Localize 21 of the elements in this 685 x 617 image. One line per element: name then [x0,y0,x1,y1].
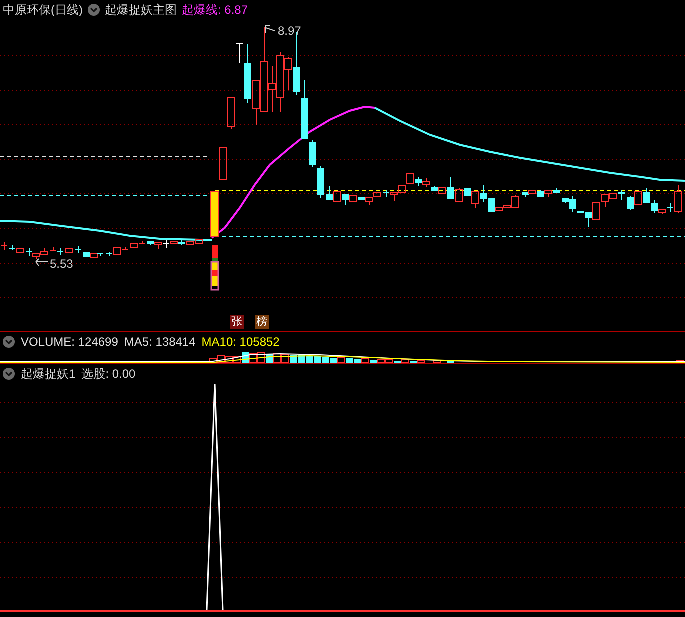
indicator-name: 起爆捉妖1 [21,366,76,382]
tag-badge: 榜 [255,315,269,329]
low-price-label: 5.53 [50,257,74,271]
tag-badge: 张 [230,315,244,329]
high-price-label: 8.97 [278,24,302,38]
candlestick [210,192,220,238]
indicator-reading: 选股: 0.00 [82,366,136,382]
chevron-down-icon[interactable] [3,336,15,348]
chart-title: 中原环保(日线) [3,2,83,18]
volume-stat: VOLUME: 124699 [21,335,118,349]
volume-stat: MA5: 138414 [124,335,196,349]
pointer-arrow-icon [36,258,48,266]
indicator-value: 起爆线: 6.87 [182,2,248,18]
chevron-down-icon[interactable] [3,368,15,380]
pointer-arrow-icon [266,26,276,34]
indicator-name: 起爆捉妖主图 [105,2,177,18]
signal-bar-drawing [210,245,220,291]
chevron-down-icon[interactable] [88,4,100,16]
candlestick [228,98,236,130]
candlestick [220,148,228,180]
volume-stat: MA10: 105852 [202,335,280,349]
